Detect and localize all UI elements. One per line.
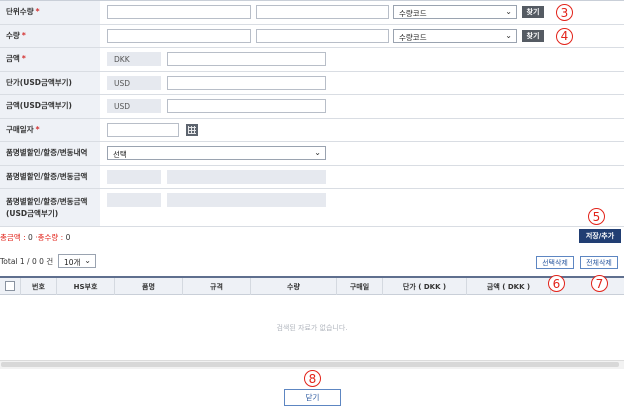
unit-price-usd-input[interactable] xyxy=(167,75,326,90)
chevron-down-icon: ⌄ xyxy=(84,256,91,265)
delete-selected-button[interactable]: 선택삭제 xyxy=(536,256,574,269)
chevron-down-icon: ⌄ xyxy=(505,30,512,40)
discount-usd-currency-field xyxy=(107,193,161,207)
qty-input-2[interactable] xyxy=(256,28,389,43)
label-amount-usd: 금액(USD금액부기) xyxy=(0,95,100,118)
label-unit-price-usd: 단가(USD금액부기) xyxy=(0,71,100,94)
currency-dkk-field: DKK xyxy=(107,52,161,66)
label-amount: 금액 * xyxy=(0,48,100,71)
amount-input[interactable] xyxy=(167,52,326,66)
label-purchase-date: 구매일자 * xyxy=(0,118,100,141)
required-mark: * xyxy=(35,124,40,134)
amount-usd-input[interactable] xyxy=(167,99,326,113)
item-form: 단위수량 * 수량코드 ⌄ 찾기 3 수량 * 수량코드 ⌄ 찾기 4 금액 * DKK … xyxy=(0,0,624,227)
unit-qty-input-1[interactable] xyxy=(107,5,251,19)
required-mark: * xyxy=(21,54,26,64)
row-amount-usd: 금액(USD금액부기) USD xyxy=(0,95,624,119)
label-unit-qty: 단위수량 * xyxy=(0,1,100,24)
marker-5: 5 xyxy=(588,208,605,225)
chevron-down-icon: ⌄ xyxy=(314,148,321,157)
row-amount: 금액 * DKK xyxy=(0,48,624,72)
discount-amount-input xyxy=(167,169,326,184)
col-header[interactable]: 규격 xyxy=(182,278,250,295)
qty-input-1[interactable] xyxy=(107,28,251,43)
scrollbar-thumb[interactable] xyxy=(1,362,619,367)
required-mark: * xyxy=(21,30,26,40)
row-item-discount-amount: 품명별할인/할증/변동금액 xyxy=(0,165,624,189)
find-qty-code-button[interactable]: 찾기 xyxy=(522,29,544,42)
unit-code-select[interactable]: 수량코드 ⌄ xyxy=(393,5,517,19)
currency-usd-field: USD xyxy=(107,99,161,113)
label-item-discount-amount: 품명별할인/할증/변동금액 xyxy=(0,165,100,188)
marker-3: 3 xyxy=(556,4,573,21)
row-item-discount-usd: 품명별할인/할증/변동금액 (USD금액부기) xyxy=(0,189,624,227)
col-header[interactable]: HS부호 xyxy=(56,278,114,295)
close-button[interactable]: 닫기 xyxy=(284,389,341,406)
row-item-discount: 품명별할인/할증/변동내역 선택 ⌄ xyxy=(0,142,624,166)
calendar-icon[interactable] xyxy=(186,123,198,136)
marker-7: 7 xyxy=(591,275,608,292)
col-header[interactable]: 번호 xyxy=(20,278,56,295)
discount-usd-amount-input xyxy=(167,193,326,207)
totals-summary: 총금액 : 0 ·총수량 : 0 xyxy=(0,233,71,242)
label-item-discount: 품명별할인/할증/변동내역 xyxy=(0,142,100,165)
marker-8: 8 xyxy=(304,370,321,387)
col-header[interactable]: 품명 xyxy=(114,278,182,295)
chevron-down-icon: ⌄ xyxy=(505,7,512,16)
delete-all-button[interactable]: 전체삭제 xyxy=(580,256,618,269)
page-size-select[interactable]: 10개 ⌄ xyxy=(58,254,96,268)
row-purchase-date: 구매일자 * xyxy=(0,118,624,142)
total-count: Total 1 / 0 0 건 xyxy=(0,257,54,266)
discount-type-select[interactable]: 선택 ⌄ xyxy=(107,146,326,160)
select-all-checkbox[interactable] xyxy=(5,281,15,291)
label-item-discount-usd: 품명별할인/할증/변동금액 (USD금액부기) xyxy=(0,189,100,226)
grid-header: 번호 HS부호 품명 규격 수량 구매일 단가 ( DKK ) 금액 ( DKK… xyxy=(0,276,624,295)
qty-code-select[interactable]: 수량코드 ⌄ xyxy=(393,28,517,43)
label-qty: 수량 * xyxy=(0,24,100,47)
grid-empty-message: 검색된 자료가 없습니다. xyxy=(276,324,348,332)
row-qty: 수량 * 수량코드 ⌄ 찾기 4 xyxy=(0,24,624,48)
col-header[interactable]: 금액 ( DKK ) xyxy=(466,278,550,295)
unit-qty-input-2[interactable] xyxy=(256,5,389,19)
currency-usd-field: USD xyxy=(107,75,161,90)
find-unit-code-button[interactable]: 찾기 xyxy=(522,6,544,18)
horizontal-scrollbar[interactable] xyxy=(0,360,624,369)
col-header[interactable]: 구매일 xyxy=(336,278,382,295)
save-add-button[interactable]: 저장/추가 xyxy=(579,229,621,243)
col-header[interactable]: 단가 ( DKK ) xyxy=(382,278,466,295)
required-mark: * xyxy=(35,7,40,17)
col-header[interactable]: 수량 xyxy=(250,278,336,295)
purchase-date-input[interactable] xyxy=(107,122,179,137)
marker-4: 4 xyxy=(556,27,573,45)
row-unit-price-usd: 단가(USD금액부기) USD xyxy=(0,71,624,95)
row-unit-qty: 단위수량 * 수량코드 ⌄ 찾기 3 xyxy=(0,1,624,25)
marker-6: 6 xyxy=(548,275,565,292)
discount-currency-field xyxy=(107,169,161,184)
